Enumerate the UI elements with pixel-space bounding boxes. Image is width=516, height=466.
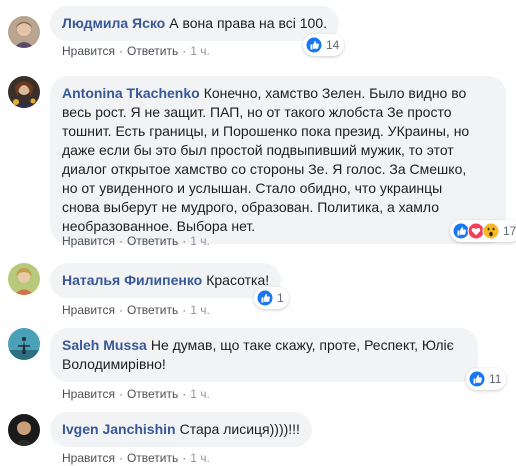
like-link[interactable]: Нравится — [62, 303, 115, 317]
comment-author[interactable]: Saleh Mussa — [62, 337, 147, 353]
like-link[interactable]: Нравится — [62, 387, 115, 401]
like-link[interactable]: Нравится — [62, 234, 115, 248]
reply-link[interactable]: Ответить — [127, 303, 178, 317]
comment-timestamp[interactable]: 1 ч. — [190, 303, 210, 317]
separator-dot: · — [118, 44, 123, 58]
comment-actions: Нравится · Ответить · 1 ч. — [62, 386, 210, 402]
like-link[interactable]: Нравится — [62, 451, 115, 465]
avatar[interactable] — [8, 76, 40, 108]
comment-text: Красотка! — [206, 272, 270, 288]
reaction-count: 1 — [277, 291, 284, 305]
reply-link[interactable]: Ответить — [127, 234, 178, 248]
comment-actions: Нравится · Ответить · 1 ч. — [62, 302, 210, 318]
comment-bubble: Людмила Яско А вона права на всі 100. — [50, 6, 339, 41]
wow-icon — [482, 222, 500, 240]
comment-text: Конечно, хамство Зелен. Было видно во ве… — [62, 85, 470, 234]
comment-bubble: Saleh Mussa Не думав, що таке скажу, прот… — [50, 328, 478, 382]
avatar[interactable] — [8, 328, 40, 360]
like-icon — [256, 289, 274, 307]
comment-author[interactable]: Antonina Tkachenko — [62, 85, 200, 101]
comment-timestamp[interactable]: 1 ч. — [190, 387, 210, 401]
like-icon — [468, 370, 486, 388]
comment-actions: Нравится · Ответить · 1 ч. — [62, 450, 210, 466]
comment-timestamp[interactable]: 1 ч. — [190, 451, 210, 465]
separator-dot: · — [118, 234, 123, 248]
comment-bubble: Ivgen Janchishin Стара лисиця))))!!! — [50, 412, 312, 447]
separator-dot: · — [118, 387, 123, 401]
like-link[interactable]: Нравится — [62, 44, 115, 58]
separator-dot: · — [182, 451, 187, 465]
separator-dot: · — [118, 303, 123, 317]
comment-actions: Нравится · Ответить · 1 ч. — [62, 233, 210, 249]
separator-dot: · — [182, 303, 187, 317]
comment-timestamp[interactable]: 1 ч. — [190, 44, 210, 58]
comment-bubble: Antonina Tkachenko Конечно, хамство Зелен… — [50, 76, 506, 244]
reaction-count: 17 — [503, 224, 516, 238]
comment-author[interactable]: Ivgen Janchishin — [62, 421, 176, 437]
reply-link[interactable]: Ответить — [127, 451, 178, 465]
like-icon — [305, 36, 323, 54]
avatar[interactable] — [8, 414, 40, 446]
avatar[interactable] — [8, 16, 40, 48]
reaction-count: 11 — [489, 372, 502, 386]
separator-dot: · — [182, 387, 187, 401]
comment-text: А вона права на всі 100. — [169, 15, 327, 31]
reaction-count: 14 — [326, 38, 340, 52]
reply-link[interactable]: Ответить — [127, 44, 178, 58]
reaction-summary[interactable]: 11 — [466, 368, 507, 390]
reaction-summary[interactable]: 14 — [303, 34, 345, 56]
separator-dot: · — [118, 451, 123, 465]
avatar[interactable] — [8, 263, 40, 295]
comment-bubble: Наталья Филипенко Красотка! — [50, 263, 282, 298]
comment-timestamp[interactable]: 1 ч. — [190, 234, 210, 248]
reaction-summary[interactable]: 17 — [450, 220, 516, 242]
comment-actions: Нравится · Ответить · 1 ч. — [62, 43, 210, 59]
reaction-summary[interactable]: 1 — [254, 287, 289, 309]
comment-author[interactable]: Наталья Филипенко — [62, 272, 202, 288]
comment-author[interactable]: Людмила Яско — [62, 15, 165, 31]
comment-text: Стара лисиця))))!!! — [179, 421, 300, 437]
separator-dot: · — [182, 234, 187, 248]
separator-dot: · — [182, 44, 187, 58]
reply-link[interactable]: Ответить — [127, 387, 178, 401]
